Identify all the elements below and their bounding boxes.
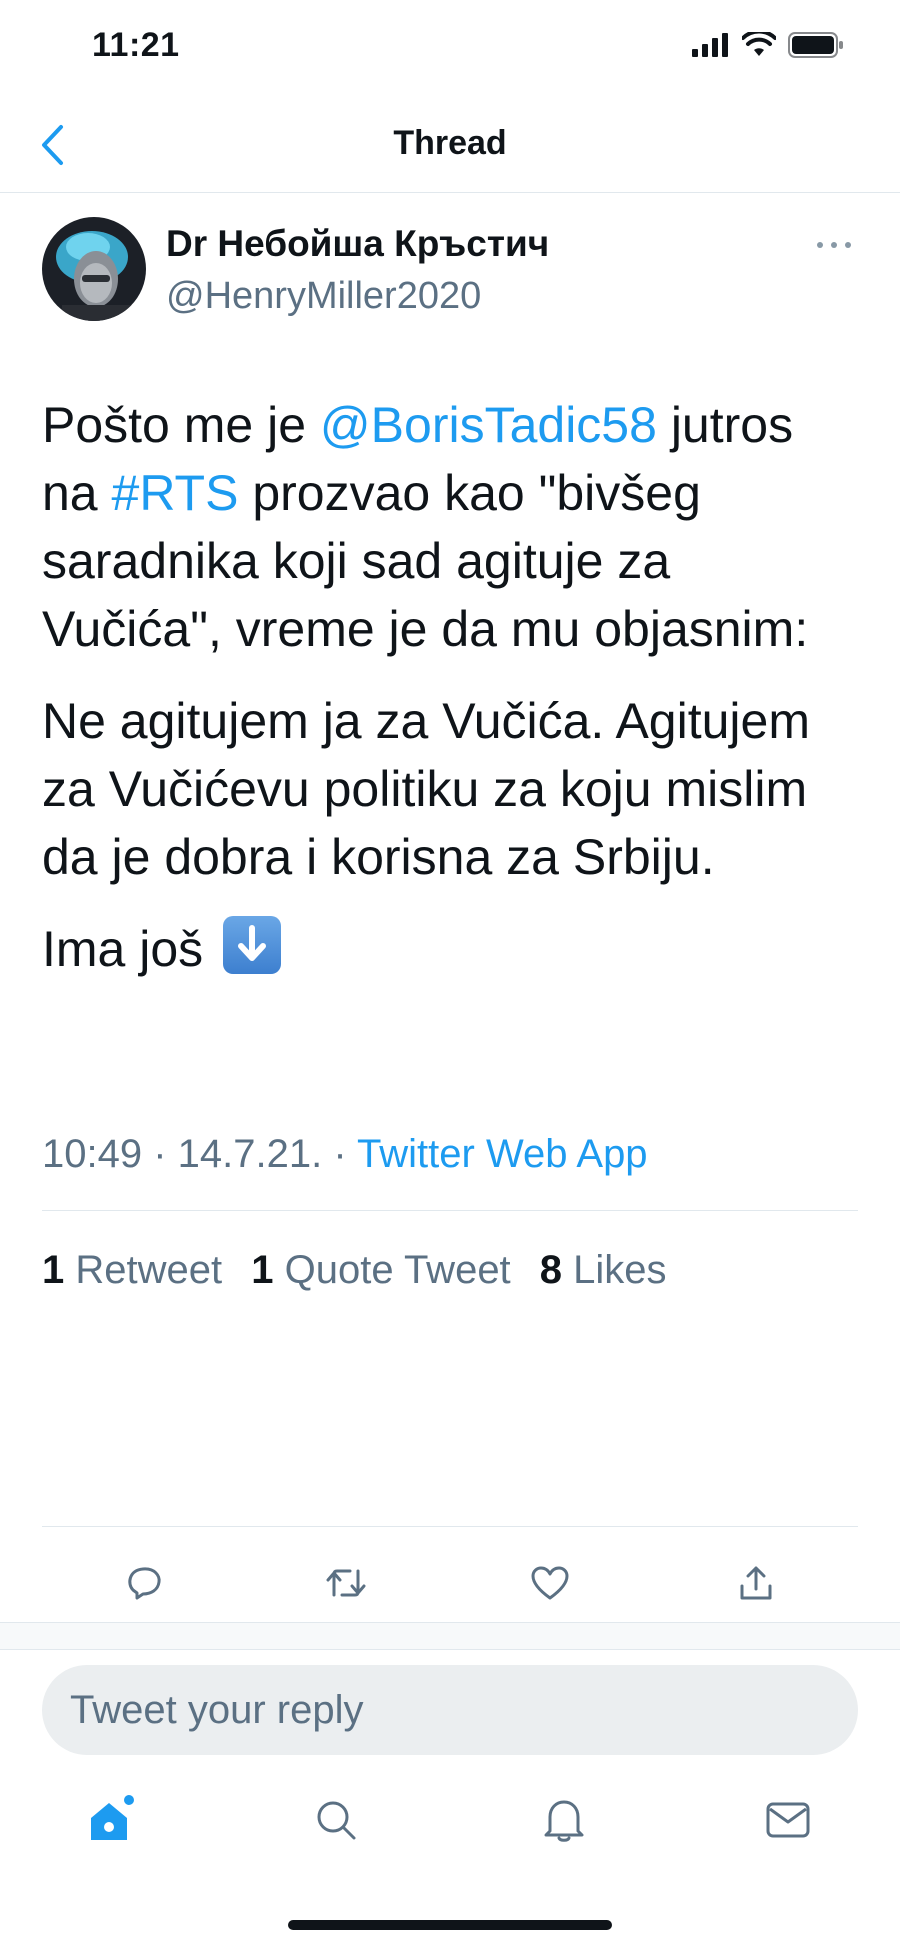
share-button[interactable] [731, 1558, 781, 1608]
battery-icon [788, 32, 843, 58]
reply-input[interactable] [42, 1665, 858, 1755]
tweet-stats: 1 Retweet 1 Quote Tweet 8 Likes [42, 1248, 685, 1293]
quote-tweets-stat[interactable]: 1 Quote Tweet [251, 1248, 510, 1292]
divider [42, 1526, 858, 1527]
tweet-text: Pošto me je @BorisTadic58 jutros na #RTS… [42, 391, 862, 1007]
divider [42, 1210, 858, 1211]
retweets-label: Retweet [64, 1248, 223, 1292]
mention-link[interactable]: @BorisTadic58 [320, 397, 657, 453]
home-icon [91, 1795, 134, 1840]
tweet-paragraph-1: Pošto me je @BorisTadic58 jutros na #RTS… [42, 391, 862, 663]
tweet-actions [0, 1542, 900, 1622]
tweet-metadata: 10:49 · 14.7.21. · Twitter Web App [42, 1132, 648, 1177]
down-arrow-emoji-icon [223, 916, 282, 974]
text-segment: Ima još [42, 921, 204, 977]
tab-search[interactable] [306, 1790, 366, 1850]
reply-icon [128, 1567, 161, 1600]
reply-button[interactable] [119, 1558, 169, 1608]
status-bar: 11:21 [0, 0, 900, 100]
wifi-icon [742, 32, 776, 56]
quotes-label: Quote Tweet [273, 1248, 511, 1292]
author-handle[interactable]: @HenryMiller2020 [166, 275, 481, 318]
more-horizontal-icon [817, 242, 851, 248]
bell-icon [544, 1800, 584, 1842]
tab-messages[interactable] [758, 1790, 818, 1850]
tab-home[interactable] [82, 1790, 142, 1850]
section-divider [0, 1622, 900, 1650]
tab-notifications[interactable] [534, 1790, 594, 1850]
tab-bar [0, 1780, 900, 1870]
heart-icon [531, 1566, 569, 1600]
hashtag-link[interactable]: #RTS [112, 465, 239, 521]
status-time: 11:21 [92, 26, 180, 64]
more-button[interactable] [814, 235, 854, 255]
retweets-count: 1 [42, 1248, 65, 1292]
signal-icon [692, 33, 728, 57]
retweets-stat[interactable]: 1 Retweet [42, 1248, 222, 1292]
likes-stat[interactable]: 8 Likes [540, 1248, 667, 1292]
retweet-button[interactable] [321, 1558, 371, 1608]
home-indicator[interactable] [288, 1920, 612, 1930]
status-icons [692, 32, 844, 58]
like-button[interactable] [525, 1558, 575, 1608]
thread-header: Thread [0, 100, 900, 193]
tweet-paragraph-2: Ne agitujem ja za Vučića. Agitujem za Vu… [42, 693, 810, 885]
avatar[interactable] [42, 217, 146, 321]
likes-count: 8 [539, 1248, 563, 1292]
tweet-timestamp: 10:49 · 14.7.21. · [42, 1132, 358, 1176]
quotes-count: 1 [251, 1248, 274, 1292]
page-title: Thread [393, 124, 507, 162]
mail-icon [766, 1802, 810, 1838]
avatar-image [42, 217, 146, 321]
likes-label: Likes [562, 1248, 667, 1292]
text-segment: Pošto me je [42, 397, 320, 453]
search-icon [317, 1801, 356, 1840]
author-name[interactable]: Dr Небойша Кръстич [166, 223, 549, 265]
tweet-paragraph-3: Ima još [42, 915, 862, 983]
share-icon [740, 1566, 772, 1600]
retweet-icon [326, 1569, 366, 1597]
tweet-source-link[interactable]: Twitter Web App [357, 1132, 648, 1176]
